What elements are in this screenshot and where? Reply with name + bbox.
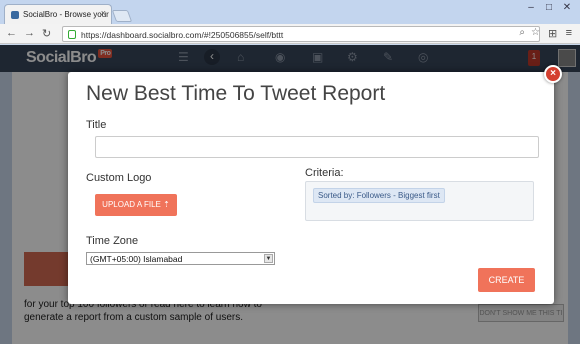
create-button[interactable]: CREATE	[478, 268, 535, 292]
forward-icon[interactable]: →	[24, 27, 35, 39]
browser-tabbar: SocialBro - Browse your T × – □ ✕	[0, 0, 580, 24]
custom-logo-label: Custom Logo	[86, 172, 152, 184]
browser-tab[interactable]: SocialBro - Browse your T ×	[4, 4, 112, 24]
criteria-label: Criteria:	[305, 167, 344, 179]
browser-toolbar: ← → ↻ https://dashboard.socialbro.com/#!…	[0, 24, 580, 44]
title-label: Title	[86, 119, 107, 131]
favicon-icon	[11, 11, 19, 19]
upload-file-button[interactable]: UPLOAD A FILE ⇡	[95, 194, 177, 216]
window-controls: – □ ✕	[524, 2, 574, 13]
report-modal: New Best Time To Tweet Report Title Cust…	[68, 72, 554, 304]
timezone-value: (GMT+05:00) Islamabad	[90, 254, 183, 264]
extension-icon[interactable]: ⊞	[548, 27, 557, 40]
reload-icon[interactable]: ↻	[42, 27, 51, 40]
window-close-icon[interactable]: ✕	[560, 2, 574, 13]
criteria-box[interactable]: Sorted by: Followers - Biggest first	[305, 181, 534, 221]
dropdown-arrow-icon[interactable]: ▼	[264, 254, 273, 263]
minimize-icon[interactable]: –	[524, 2, 538, 13]
modal-title: New Best Time To Tweet Report	[86, 82, 386, 105]
criteria-chip[interactable]: Sorted by: Followers - Biggest first	[313, 188, 445, 203]
search-icon[interactable]: ⌕	[519, 27, 525, 38]
star-icon[interactable]: ☆	[531, 27, 540, 38]
upload-icon: ⇡	[163, 200, 170, 209]
tab-close-icon[interactable]: ×	[101, 8, 106, 18]
tab-title: SocialBro - Browse your T	[23, 10, 112, 19]
back-icon[interactable]: ←	[6, 27, 17, 39]
new-tab-button[interactable]	[111, 10, 133, 22]
url-text: https://dashboard.socialbro.com/#!250506…	[81, 30, 284, 40]
omnibox-icons: ⌕ ☆	[519, 27, 540, 38]
close-modal-button[interactable]: ×	[544, 65, 562, 83]
timezone-label: Time Zone	[86, 235, 139, 247]
maximize-icon[interactable]: □	[542, 2, 556, 13]
address-bar[interactable]: https://dashboard.socialbro.com/#!250506…	[62, 26, 540, 42]
timezone-select[interactable]: (GMT+05:00) Islamabad ▼	[86, 252, 275, 265]
menu-icon[interactable]: ≡	[566, 27, 572, 39]
upload-button-label: UPLOAD A FILE	[102, 200, 161, 209]
lock-icon	[68, 30, 76, 39]
title-input[interactable]	[95, 136, 539, 158]
